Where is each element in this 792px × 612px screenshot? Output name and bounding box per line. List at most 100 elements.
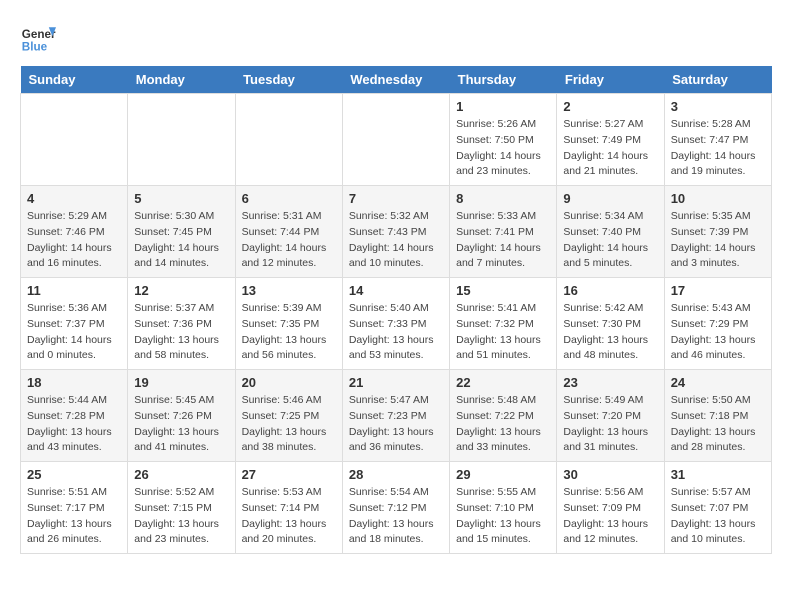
day-header-friday: Friday bbox=[557, 66, 664, 94]
day-number: 23 bbox=[563, 375, 657, 390]
day-header-saturday: Saturday bbox=[664, 66, 771, 94]
day-info: Sunrise: 5:30 AMSunset: 7:45 PMDaylight:… bbox=[134, 209, 228, 272]
page-header: General Blue bbox=[20, 20, 772, 56]
calendar-cell: 13Sunrise: 5:39 AMSunset: 7:35 PMDayligh… bbox=[235, 278, 342, 370]
calendar-cell bbox=[21, 94, 128, 186]
day-info: Sunrise: 5:28 AMSunset: 7:47 PMDaylight:… bbox=[671, 117, 765, 180]
calendar-cell: 19 Sunrise: 5:45 AMSunset: 7:26 PMDayligh… bbox=[128, 370, 235, 462]
day-info: Sunrise: 5:26 AMSunset: 7:50 PMDaylight:… bbox=[456, 117, 550, 180]
day-info: Sunrise: 5:43 AMSunset: 7:29 PMDaylight:… bbox=[671, 301, 765, 364]
calendar-cell bbox=[128, 94, 235, 186]
logo-icon: General Blue bbox=[20, 20, 56, 56]
day-number: 10 bbox=[671, 191, 765, 206]
day-number: 26 bbox=[134, 467, 228, 482]
day-header-wednesday: Wednesday bbox=[342, 66, 449, 94]
day-info: Sunrise: 5:48 AMSunset: 7:22 PMDaylight:… bbox=[456, 393, 550, 456]
day-number: 15 bbox=[456, 283, 550, 298]
day-info: Sunrise: 5:33 AMSunset: 7:41 PMDaylight:… bbox=[456, 209, 550, 272]
day-info: Sunrise: 5:42 AMSunset: 7:30 PMDaylight:… bbox=[563, 301, 657, 364]
day-info: Sunrise: 5:54 AMSunset: 7:12 PMDaylight:… bbox=[349, 485, 443, 548]
day-number: 22 bbox=[456, 375, 550, 390]
svg-text:Blue: Blue bbox=[22, 41, 48, 54]
day-number: 18 bbox=[27, 375, 121, 390]
calendar-cell: 17 Sunrise: 5:43 AMSunset: 7:29 PMDayligh… bbox=[664, 278, 771, 370]
day-header-monday: Monday bbox=[128, 66, 235, 94]
day-info: Sunrise: 5:27 AMSunset: 7:49 PMDaylight:… bbox=[563, 117, 657, 180]
calendar-cell bbox=[342, 94, 449, 186]
day-number: 3 bbox=[671, 99, 765, 114]
calendar-cell: 7 Sunrise: 5:32 AMSunset: 7:43 PMDaylight… bbox=[342, 186, 449, 278]
day-number: 30 bbox=[563, 467, 657, 482]
calendar-cell: 9 Sunrise: 5:34 AMSunset: 7:40 PMDaylight… bbox=[557, 186, 664, 278]
day-number: 1 bbox=[456, 99, 550, 114]
day-number: 2 bbox=[563, 99, 657, 114]
calendar-cell: 15 Sunrise: 5:41 AMSunset: 7:32 PMDayligh… bbox=[450, 278, 557, 370]
day-info: Sunrise: 5:34 AMSunset: 7:40 PMDaylight:… bbox=[563, 209, 657, 272]
calendar-cell: 25Sunrise: 5:51 AMSunset: 7:17 PMDayligh… bbox=[21, 462, 128, 554]
day-info: Sunrise: 5:32 AMSunset: 7:43 PMDaylight:… bbox=[349, 209, 443, 272]
calendar-cell: 12Sunrise: 5:37 AMSunset: 7:36 PMDayligh… bbox=[128, 278, 235, 370]
calendar-cell: 22 Sunrise: 5:48 AMSunset: 7:22 PMDayligh… bbox=[450, 370, 557, 462]
day-info: Sunrise: 5:39 AMSunset: 7:35 PMDaylight:… bbox=[242, 301, 336, 364]
week-row-1: 1 Sunrise: 5:26 AMSunset: 7:50 PMDaylight… bbox=[21, 94, 772, 186]
day-number: 21 bbox=[349, 375, 443, 390]
day-number: 6 bbox=[242, 191, 336, 206]
day-info: Sunrise: 5:57 AMSunset: 7:07 PMDaylight:… bbox=[671, 485, 765, 548]
week-row-3: 11Sunrise: 5:36 AMSunset: 7:37 PMDayligh… bbox=[21, 278, 772, 370]
calendar-cell: 28 Sunrise: 5:54 AMSunset: 7:12 PMDayligh… bbox=[342, 462, 449, 554]
week-row-5: 25Sunrise: 5:51 AMSunset: 7:17 PMDayligh… bbox=[21, 462, 772, 554]
calendar-cell: 14 Sunrise: 5:40 AMSunset: 7:33 PMDayligh… bbox=[342, 278, 449, 370]
day-info: Sunrise: 5:55 AMSunset: 7:10 PMDaylight:… bbox=[456, 485, 550, 548]
day-number: 7 bbox=[349, 191, 443, 206]
day-info: Sunrise: 5:49 AMSunset: 7:20 PMDaylight:… bbox=[563, 393, 657, 456]
day-number: 14 bbox=[349, 283, 443, 298]
calendar-cell: 5Sunrise: 5:30 AMSunset: 7:45 PMDaylight… bbox=[128, 186, 235, 278]
calendar-cell: 21 Sunrise: 5:47 AMSunset: 7:23 PMDayligh… bbox=[342, 370, 449, 462]
calendar-cell bbox=[235, 94, 342, 186]
day-number: 8 bbox=[456, 191, 550, 206]
day-number: 27 bbox=[242, 467, 336, 482]
calendar-cell: 11Sunrise: 5:36 AMSunset: 7:37 PMDayligh… bbox=[21, 278, 128, 370]
day-info: Sunrise: 5:45 AMSunset: 7:26 PMDaylight:… bbox=[134, 393, 228, 456]
header-row: SundayMondayTuesdayWednesdayThursdayFrid… bbox=[21, 66, 772, 94]
day-info: Sunrise: 5:35 AMSunset: 7:39 PMDaylight:… bbox=[671, 209, 765, 272]
day-info: Sunrise: 5:52 AMSunset: 7:15 PMDaylight:… bbox=[134, 485, 228, 548]
day-header-sunday: Sunday bbox=[21, 66, 128, 94]
day-number: 19 bbox=[134, 375, 228, 390]
day-info: Sunrise: 5:47 AMSunset: 7:23 PMDaylight:… bbox=[349, 393, 443, 456]
logo: General Blue bbox=[20, 20, 56, 56]
day-info: Sunrise: 5:53 AMSunset: 7:14 PMDaylight:… bbox=[242, 485, 336, 548]
day-info: Sunrise: 5:50 AMSunset: 7:18 PMDaylight:… bbox=[671, 393, 765, 456]
calendar-table: SundayMondayTuesdayWednesdayThursdayFrid… bbox=[20, 66, 772, 554]
day-info: Sunrise: 5:31 AMSunset: 7:44 PMDaylight:… bbox=[242, 209, 336, 272]
day-number: 29 bbox=[456, 467, 550, 482]
day-number: 11 bbox=[27, 283, 121, 298]
week-row-2: 4Sunrise: 5:29 AMSunset: 7:46 PMDaylight… bbox=[21, 186, 772, 278]
day-number: 16 bbox=[563, 283, 657, 298]
calendar-cell: 4Sunrise: 5:29 AMSunset: 7:46 PMDaylight… bbox=[21, 186, 128, 278]
day-number: 28 bbox=[349, 467, 443, 482]
day-number: 24 bbox=[671, 375, 765, 390]
calendar-cell: 26 Sunrise: 5:52 AMSunset: 7:15 PMDayligh… bbox=[128, 462, 235, 554]
day-number: 25 bbox=[27, 467, 121, 482]
day-info: Sunrise: 5:46 AMSunset: 7:25 PMDaylight:… bbox=[242, 393, 336, 456]
calendar-cell: 2 Sunrise: 5:27 AMSunset: 7:49 PMDaylight… bbox=[557, 94, 664, 186]
calendar-cell: 29 Sunrise: 5:55 AMSunset: 7:10 PMDayligh… bbox=[450, 462, 557, 554]
day-header-tuesday: Tuesday bbox=[235, 66, 342, 94]
calendar-cell: 1 Sunrise: 5:26 AMSunset: 7:50 PMDaylight… bbox=[450, 94, 557, 186]
calendar-cell: 16 Sunrise: 5:42 AMSunset: 7:30 PMDayligh… bbox=[557, 278, 664, 370]
day-info: Sunrise: 5:41 AMSunset: 7:32 PMDaylight:… bbox=[456, 301, 550, 364]
calendar-cell: 8 Sunrise: 5:33 AMSunset: 7:41 PMDaylight… bbox=[450, 186, 557, 278]
day-number: 20 bbox=[242, 375, 336, 390]
day-info: Sunrise: 5:40 AMSunset: 7:33 PMDaylight:… bbox=[349, 301, 443, 364]
calendar-cell: 3 Sunrise: 5:28 AMSunset: 7:47 PMDaylight… bbox=[664, 94, 771, 186]
calendar-cell: 30Sunrise: 5:56 AMSunset: 7:09 PMDayligh… bbox=[557, 462, 664, 554]
calendar-cell: 6 Sunrise: 5:31 AMSunset: 7:44 PMDaylight… bbox=[235, 186, 342, 278]
day-number: 4 bbox=[27, 191, 121, 206]
day-number: 12 bbox=[134, 283, 228, 298]
calendar-cell: 20 Sunrise: 5:46 AMSunset: 7:25 PMDayligh… bbox=[235, 370, 342, 462]
day-number: 17 bbox=[671, 283, 765, 298]
day-number: 9 bbox=[563, 191, 657, 206]
calendar-cell: 10 Sunrise: 5:35 AMSunset: 7:39 PMDayligh… bbox=[664, 186, 771, 278]
day-header-thursday: Thursday bbox=[450, 66, 557, 94]
